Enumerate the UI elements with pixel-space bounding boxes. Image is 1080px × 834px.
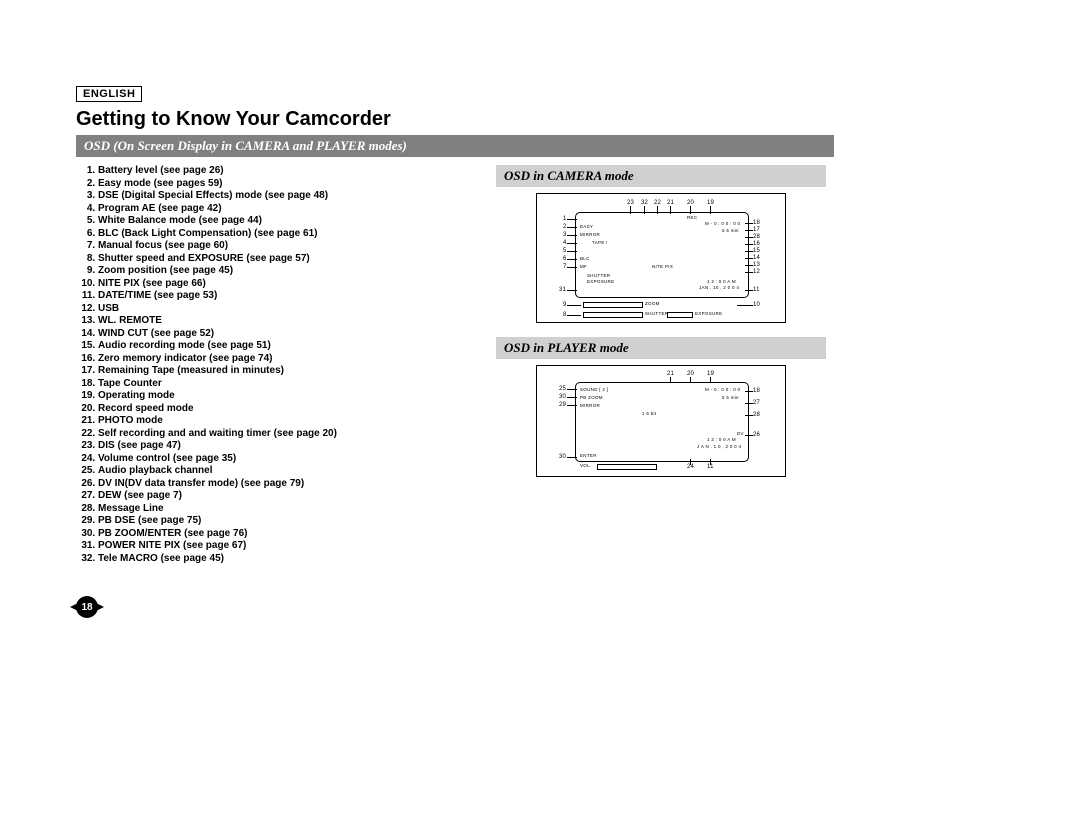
osd-list-item: NITE PIX (see page 66) [98,278,476,291]
osd-numbered-list: Battery level (see page 26)Easy mode (se… [76,165,476,565]
osd-list-item: Volume control (see page 35) [98,453,476,466]
osd-list-item: Message Line [98,503,476,516]
osd-list-item: Shutter speed and EXPOSURE (see page 57) [98,253,476,266]
osd-list-item: USB [98,303,476,316]
osd-list-item: Tape Counter [98,378,476,391]
osd-list-item: Record speed mode [98,403,476,416]
osd-list-item: DV IN(DV data transfer mode) (see page 7… [98,478,476,491]
osd-list-item: PB ZOOM/ENTER (see page 76) [98,528,476,541]
osd-list-item: Audio playback channel [98,465,476,478]
osd-list-item: PHOTO mode [98,415,476,428]
diagrams-column: OSD in CAMERA mode 23 32 22 21 20 19 1 [496,165,826,565]
osd-list-item: DSE (Digital Special Effects) mode (see … [98,190,476,203]
page-title: Getting to Know Your Camcorder [76,108,826,131]
osd-list-item: Self recording and and waiting timer (se… [98,428,476,441]
page-number-badge: 18 [76,596,98,618]
osd-list-item: Program AE (see page 42) [98,203,476,216]
osd-list-item: Battery level (see page 26) [98,165,476,178]
osd-list-item: Remaining Tape (measured in minutes) [98,365,476,378]
osd-list-item: DEW (see page 7) [98,490,476,503]
osd-list-item: Operating mode [98,390,476,403]
osd-list-item: White Balance mode (see page 44) [98,215,476,228]
osd-list-item: Zoom position (see page 45) [98,265,476,278]
language-label: ENGLISH [76,86,142,102]
osd-list-item: DIS (see page 47) [98,440,476,453]
osd-list-item: BLC (Back Light Compensation) (see page … [98,228,476,241]
camera-osd-diagram: 23 32 22 21 20 19 1 2 3 4 5 6 7 [536,193,786,323]
osd-list-item: WL. REMOTE [98,315,476,328]
camera-mode-heading: OSD in CAMERA mode [496,165,826,187]
osd-list-item: WIND CUT (see page 52) [98,328,476,341]
player-mode-heading: OSD in PLAYER mode [496,337,826,359]
osd-list-column: Battery level (see page 26)Easy mode (se… [76,165,476,565]
section-subtitle: OSD (On Screen Display in CAMERA and PLA… [76,135,834,157]
osd-list-item: PB DSE (see page 75) [98,515,476,528]
player-osd-diagram: 21 20 19 25 30 29 30 18 27 28 26 [536,365,786,477]
osd-list-item: Manual focus (see page 60) [98,240,476,253]
osd-list-item: Audio recording mode (see page 51) [98,340,476,353]
osd-list-item: Zero memory indicator (see page 74) [98,353,476,366]
osd-list-item: Tele MACRO (see page 45) [98,553,476,566]
osd-list-item: POWER NITE PIX (see page 67) [98,540,476,553]
osd-list-item: Easy mode (see pages 59) [98,178,476,191]
osd-list-item: DATE/TIME (see page 53) [98,290,476,303]
